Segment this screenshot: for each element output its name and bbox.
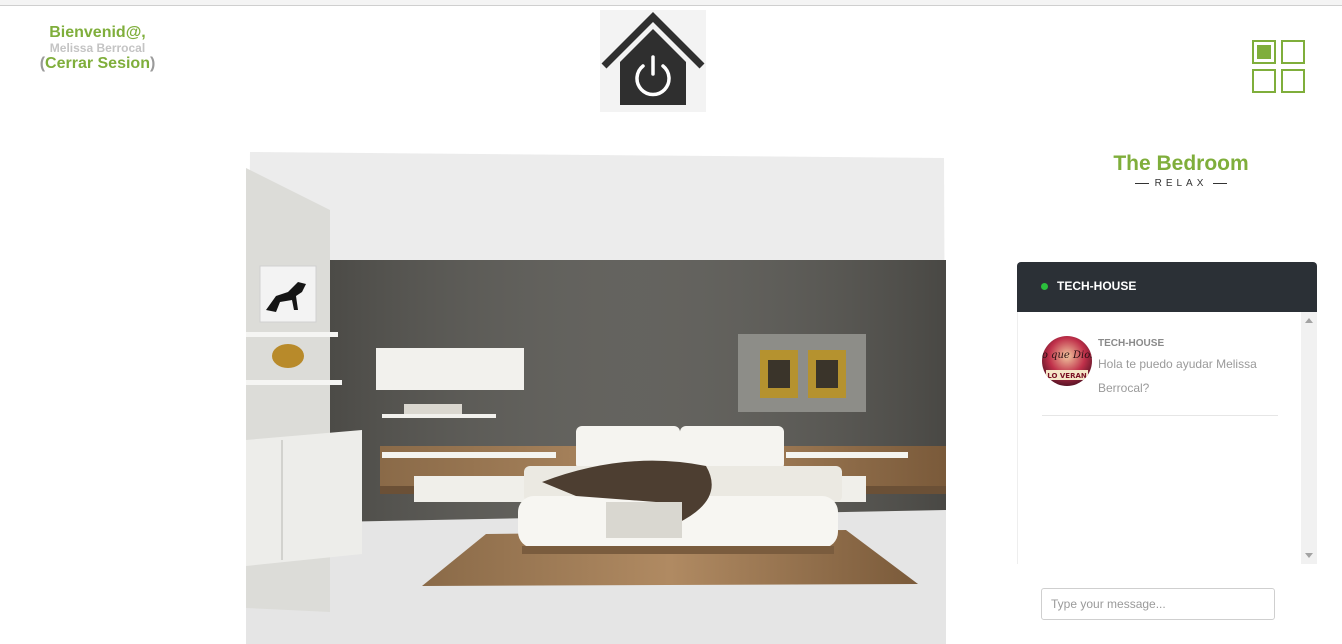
chat-header: TECH-HOUSE — [1017, 262, 1317, 312]
message-text: Hola te puedo ayudar Melissa Berrocal? — [1098, 357, 1257, 395]
svg-text:LO VERAN: LO VERAN — [1047, 372, 1087, 380]
house-power-logo[interactable] — [600, 10, 706, 112]
message-input[interactable] — [1041, 588, 1275, 620]
chat-scrollbar[interactable] — [1301, 312, 1317, 564]
chat-message: lo que Dios LO VERAN TECH-HOUSE Hola te … — [1042, 336, 1278, 416]
chat-messages[interactable]: lo que Dios LO VERAN TECH-HOUSE Hola te … — [1017, 312, 1317, 564]
room-title: The Bedroom RELAX — [1090, 152, 1272, 189]
bedroom-photo — [246, 150, 946, 644]
user-name: Melissa Berrocal — [49, 41, 146, 55]
chat-title: TECH-HOUSE — [1057, 279, 1137, 293]
grid-view-button[interactable] — [1252, 40, 1307, 94]
room-name: The Bedroom — [1113, 152, 1249, 175]
room-tagline: RELAX — [1090, 178, 1272, 189]
welcome-text: Bienvenid@, — [49, 24, 146, 41]
scroll-down-icon[interactable] — [1305, 553, 1313, 558]
svg-text:lo que Dios: lo que Dios — [1042, 350, 1092, 361]
welcome-block: Bienvenid@, Melissa Berrocal (Cerrar Ses… — [30, 24, 165, 73]
logout-label: Cerrar Sesion — [45, 55, 150, 72]
browser-top-border — [0, 0, 1342, 6]
logout-link[interactable]: (Cerrar Sesion) — [30, 55, 165, 73]
house-power-icon — [601, 12, 705, 105]
avatar: lo que Dios LO VERAN — [1042, 336, 1092, 386]
online-status-icon — [1041, 283, 1048, 290]
scroll-thumb[interactable] — [1304, 330, 1314, 544]
message-author: TECH-HOUSE — [1098, 338, 1165, 349]
scroll-up-icon[interactable] — [1305, 318, 1313, 323]
chat-widget: TECH-HOUSE lo que Dios LO VERAN — [1017, 262, 1317, 644]
